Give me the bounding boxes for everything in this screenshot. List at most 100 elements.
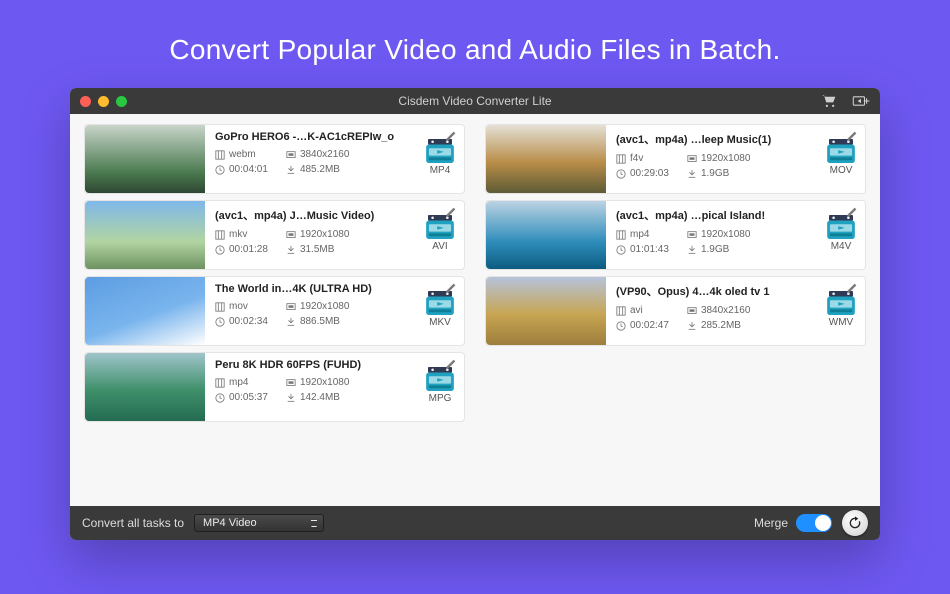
file-thumbnail [486,277,606,345]
container-icon [215,150,225,160]
close-window-button[interactable] [80,96,91,107]
filesize-icon [286,165,296,175]
file-size: 1.9GB [701,244,729,255]
clock-icon [215,245,225,255]
container-icon [215,230,225,240]
file-target-format: MKV [429,317,451,328]
merge-toggle[interactable] [796,514,832,532]
file-container: mkv [229,229,247,240]
app-window: Cisdem Video Converter Lite GoPro HERO6 … [70,88,880,540]
file-size: 31.5MB [300,244,334,255]
convert-all-label: Convert all tasks to [82,516,184,530]
file-duration: 00:05:37 [229,392,268,403]
file-thumbnail [486,201,606,269]
file-resolution: 3840x2160 [701,305,751,316]
container-icon [616,154,626,164]
file-container: avi [630,305,643,316]
file-thumbnail [486,125,606,193]
clock-icon [215,393,225,403]
file-container: f4v [630,153,643,164]
clock-icon [215,317,225,327]
resolution-icon [286,230,296,240]
file-title: (avc1、mp4a) …pical Island! [616,207,811,223]
edit-icon[interactable] [845,281,859,295]
file-title: (avc1、mp4a) …leep Music(1) [616,131,811,147]
edit-icon[interactable] [444,357,458,371]
container-icon [616,230,626,240]
container-icon [215,302,225,312]
cart-icon[interactable] [820,94,838,108]
resolution-icon [687,306,697,316]
clock-icon [616,245,626,255]
file-thumbnail [85,353,205,421]
edit-icon[interactable] [845,129,859,143]
file-container: mov [229,301,248,312]
file-duration: 00:04:01 [229,164,268,175]
file-duration: 00:02:47 [630,320,669,331]
file-resolution: 1920x1080 [300,377,350,388]
file-card[interactable]: (avc1、mp4a) J…Music Video) mkv 00:01:28 … [84,200,465,270]
file-container: webm [229,149,256,160]
file-resolution: 1920x1080 [300,301,350,312]
window-title: Cisdem Video Converter Lite [398,94,551,108]
edit-icon[interactable] [444,281,458,295]
container-icon [215,378,225,388]
file-size: 886.5MB [300,316,340,327]
file-title: Peru 8K HDR 60FPS (FUHD) [215,359,410,371]
file-duration: 00:01:28 [229,244,268,255]
file-title: GoPro HERO6 -…K-AC1cREPIw_o [215,131,410,143]
window-controls [80,96,127,107]
bottom-bar: Convert all tasks to MP4 Video Merge [70,506,880,540]
edit-icon[interactable] [845,205,859,219]
titlebar: Cisdem Video Converter Lite [70,88,880,114]
filesize-icon [286,245,296,255]
file-container: mp4 [630,229,649,240]
resolution-icon [286,150,296,160]
add-media-icon[interactable] [852,94,870,108]
file-resolution: 3840x2160 [300,149,350,160]
file-size: 285.2MB [701,320,741,331]
page-headline: Convert Popular Video and Audio Files in… [169,34,780,66]
file-duration: 00:29:03 [630,168,669,179]
edit-icon[interactable] [444,129,458,143]
minimize-window-button[interactable] [98,96,109,107]
file-card[interactable]: The World in…4K (ULTRA HD) mov 00:02:34 … [84,276,465,346]
file-target-format: AVI [432,241,447,252]
resolution-icon [286,378,296,388]
file-thumbnail [85,201,205,269]
zoom-window-button[interactable] [116,96,127,107]
convert-button[interactable] [842,510,868,536]
edit-icon[interactable] [444,205,458,219]
file-target-format: MP4 [430,165,451,176]
file-resolution: 1920x1080 [300,229,350,240]
file-card[interactable]: (avc1、mp4a) …pical Island! mp4 01:01:43 … [485,200,866,270]
file-duration: 00:02:34 [229,316,268,327]
filesize-icon [687,169,697,179]
file-resolution: 1920x1080 [701,153,751,164]
resolution-icon [687,154,697,164]
filesize-icon [286,317,296,327]
clock-icon [215,165,225,175]
file-card[interactable]: (VP90、Opus) 4…4k oled tv 1 avi 00:02:47 … [485,276,866,346]
file-thumbnail [85,277,205,345]
file-grid: GoPro HERO6 -…K-AC1cREPIw_o webm 00:04:0… [70,114,880,506]
resolution-icon [286,302,296,312]
merge-label: Merge [754,516,788,530]
file-card[interactable]: (avc1、mp4a) …leep Music(1) f4v 00:29:03 … [485,124,866,194]
file-duration: 01:01:43 [630,244,669,255]
filesize-icon [286,393,296,403]
file-thumbnail [85,125,205,193]
filesize-icon [687,321,697,331]
file-size: 1.9GB [701,168,729,179]
output-format-select[interactable]: MP4 Video [194,514,324,532]
file-target-format: M4V [831,241,852,252]
file-resolution: 1920x1080 [701,229,751,240]
file-size: 142.4MB [300,392,340,403]
file-container: mp4 [229,377,248,388]
clock-icon [616,169,626,179]
file-target-format: MOV [830,165,853,176]
file-target-format: WMV [829,317,853,328]
file-card[interactable]: Peru 8K HDR 60FPS (FUHD) mp4 00:05:37 19… [84,352,465,422]
file-card[interactable]: GoPro HERO6 -…K-AC1cREPIw_o webm 00:04:0… [84,124,465,194]
output-format-value: MP4 Video [203,517,257,529]
